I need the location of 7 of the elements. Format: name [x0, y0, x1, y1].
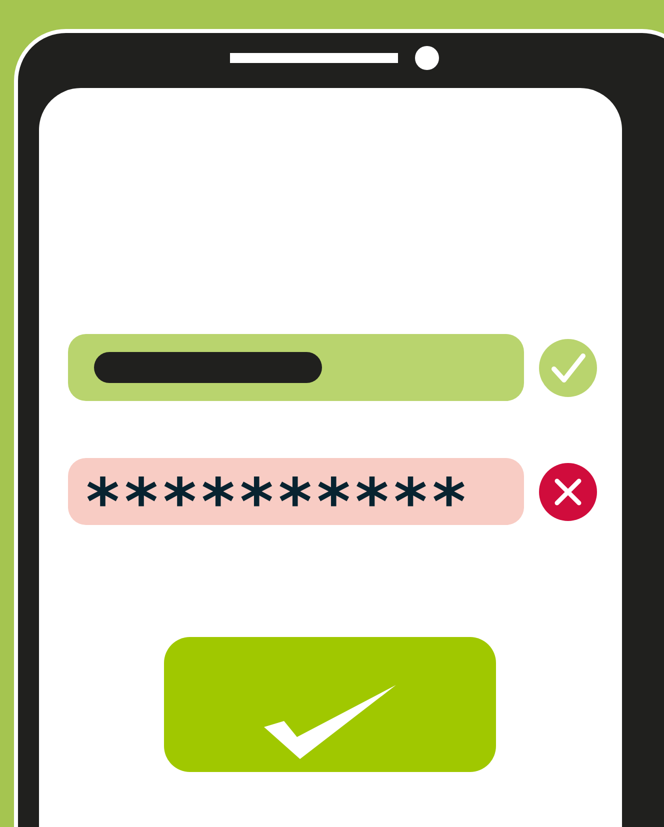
- close-icon: [539, 462, 597, 520]
- camera-icon: [415, 46, 439, 70]
- checkmark-icon: [264, 684, 396, 758]
- speaker-icon: [230, 53, 398, 63]
- check-icon: [539, 338, 597, 396]
- input-field[interactable]: **********: [68, 458, 524, 525]
- input-field[interactable]: [68, 334, 524, 401]
